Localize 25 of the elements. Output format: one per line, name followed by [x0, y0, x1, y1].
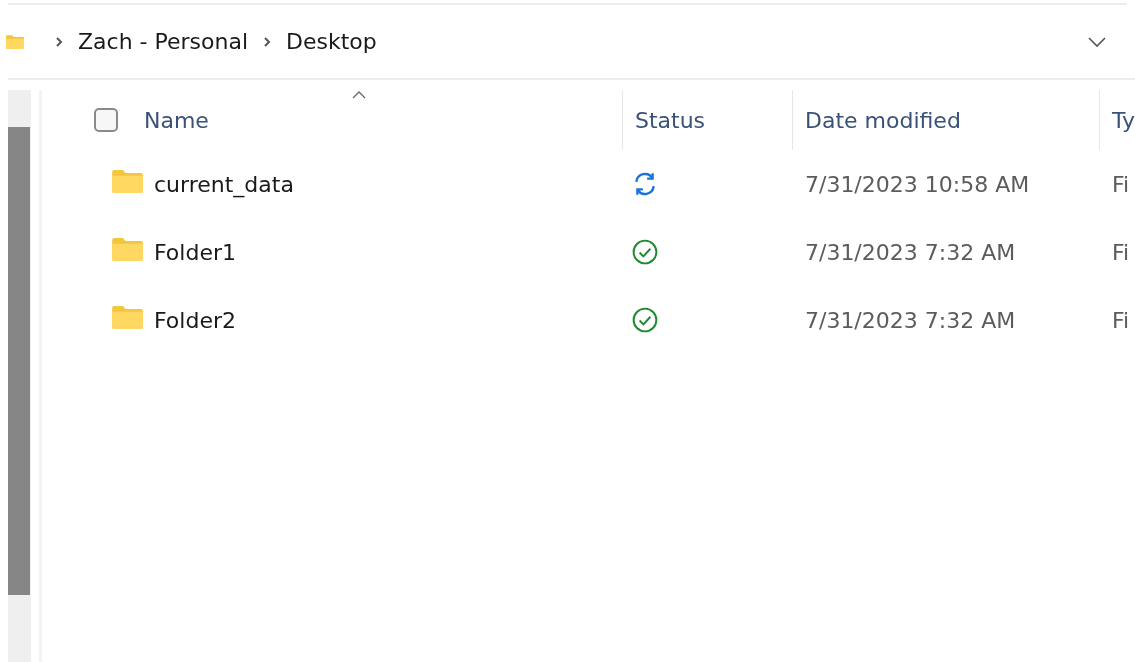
- column-header[interactable]: Date modified: [804, 90, 1099, 150]
- breadcrumb-item[interactable]: Zach - Personal: [78, 25, 249, 58]
- type-text: Fi: [1110, 306, 1131, 335]
- column-header[interactable]: Status: [634, 90, 792, 150]
- breadcrumb-item[interactable]: Desktop: [286, 25, 377, 58]
- chevron-down-icon[interactable]: [1087, 35, 1107, 48]
- file-name[interactable]: Folder1: [153, 235, 236, 269]
- scrollbar-track[interactable]: [8, 90, 32, 662]
- chevron-right-icon: [54, 35, 64, 48]
- column-header[interactable]: Name: [143, 90, 622, 150]
- file-name[interactable]: Folder2: [153, 303, 236, 337]
- date-modified: 7/31/2023 7:32 AM: [803, 306, 1017, 335]
- sort-caret-icon: [351, 91, 366, 99]
- folder-icon: [111, 305, 143, 329]
- date-modified: 7/31/2023 7:32 AM: [803, 238, 1017, 267]
- type-text: Fi: [1110, 238, 1131, 267]
- date-modified: 7/31/2023 10:58 AM: [803, 170, 1031, 199]
- folder-icon: [111, 169, 143, 193]
- file-name[interactable]: current_data: [153, 167, 294, 201]
- type-text: Fi: [1110, 170, 1131, 199]
- scrollbar-thumb[interactable]: [8, 127, 30, 595]
- folder-icon: [111, 237, 143, 261]
- column-header[interactable]: Ty: [1111, 90, 1135, 150]
- select-all-checkbox[interactable]: [93, 108, 118, 132]
- chevron-right-icon: [262, 35, 273, 48]
